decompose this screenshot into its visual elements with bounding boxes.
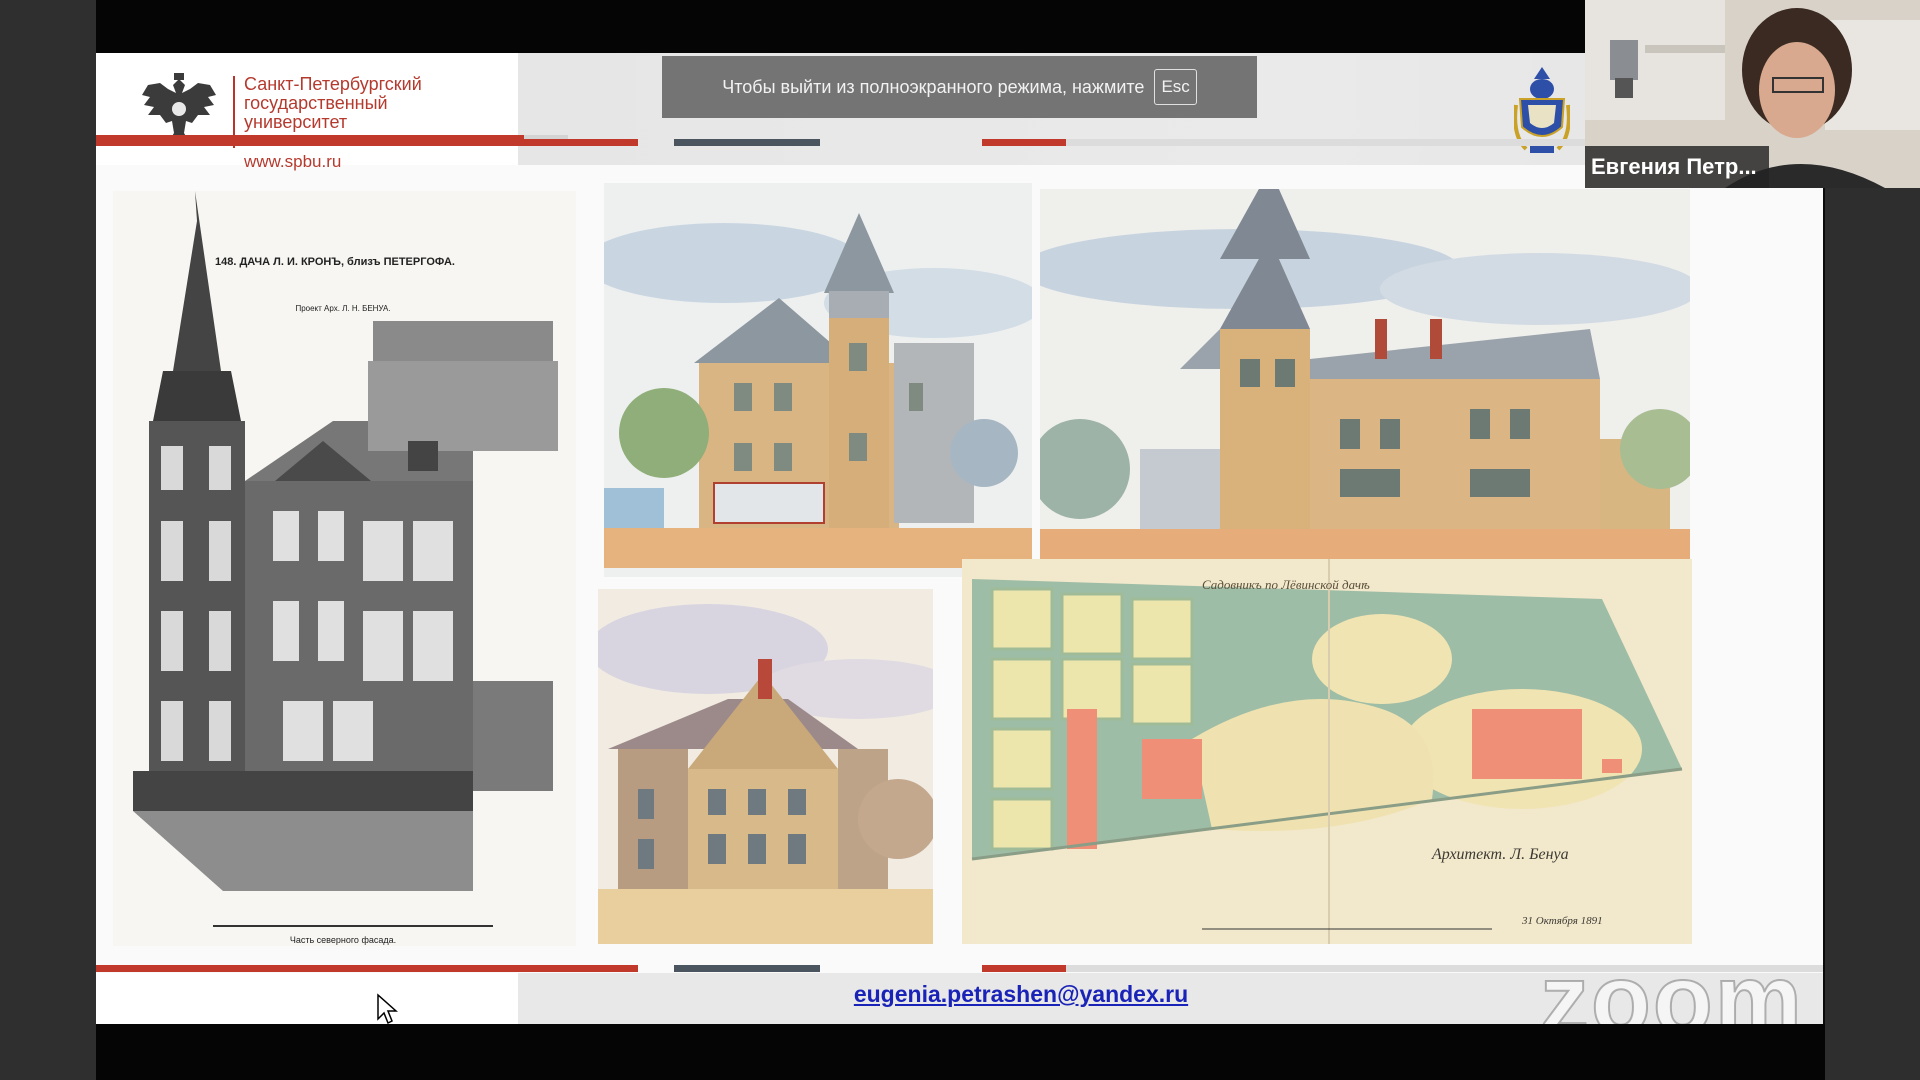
watercolor-facade-2-image xyxy=(1040,189,1690,572)
header-stripe-red-2 xyxy=(96,139,638,146)
footer-stripe-red-1 xyxy=(96,965,638,972)
participant-video-tile[interactable]: Евгения Петр... xyxy=(1585,0,1920,188)
footer-stripe-red-2 xyxy=(982,965,1066,972)
toast-message: Чтобы выйти из полноэкранного режима, на… xyxy=(722,76,1145,97)
engraving-bottom-caption: Часть северного фасада. xyxy=(290,935,396,945)
slide-footer-left xyxy=(96,973,518,1024)
university-name: Санкт-Петербургский государственный унив… xyxy=(244,74,422,132)
top-letterbox xyxy=(96,0,1585,53)
site-plan-date: 31 Октября 1891 xyxy=(1521,915,1603,927)
header-stripe-red-3 xyxy=(982,139,1066,146)
engraving-author: Проект Арх. Л. Н. БЕНУА. xyxy=(295,304,390,313)
contact-email-link[interactable]: eugenia.petrashen@yandex.ru xyxy=(821,981,1221,1008)
engraving-title: 148. ДАЧА Л. И. КРОНЪ, близъ ПЕТЕРГОФА. xyxy=(215,256,455,268)
watercolor-facade-1-image xyxy=(604,183,1032,577)
footer-stripe-slate xyxy=(674,965,820,972)
participant-name-label: Евгения Петр... xyxy=(1585,146,1769,188)
left-letterbox xyxy=(0,0,96,1080)
university-url: www.spbu.ru xyxy=(244,152,342,171)
site-plan-signature: Архитект. Л. Бенуа xyxy=(1431,846,1569,863)
header-stripe-slate xyxy=(674,139,820,146)
zoom-watermark: zoom xyxy=(1539,943,1804,1024)
shared-slide: Санкт-Петербургский государственный унив… xyxy=(96,53,1823,1024)
site-plan-image: Садовникъ по Лёвинской дачѣ Архитект. Л.… xyxy=(962,559,1692,944)
site-plan-title: Садовникъ по Лёвинской дачѣ xyxy=(1202,577,1370,592)
bottom-letterbox xyxy=(96,1024,1825,1080)
fullscreen-exit-toast: Чтобы выйти из полноэкранного режима, на… xyxy=(662,56,1257,118)
engraving-north-facade-image: 148. ДАЧА Л. И. КРОНЪ, близъ ПЕТЕРГОФА. … xyxy=(113,191,576,946)
watercolor-cottage-image xyxy=(598,589,933,944)
mouse-cursor-icon xyxy=(376,993,398,1025)
esc-key-hint: Esc xyxy=(1154,69,1197,105)
